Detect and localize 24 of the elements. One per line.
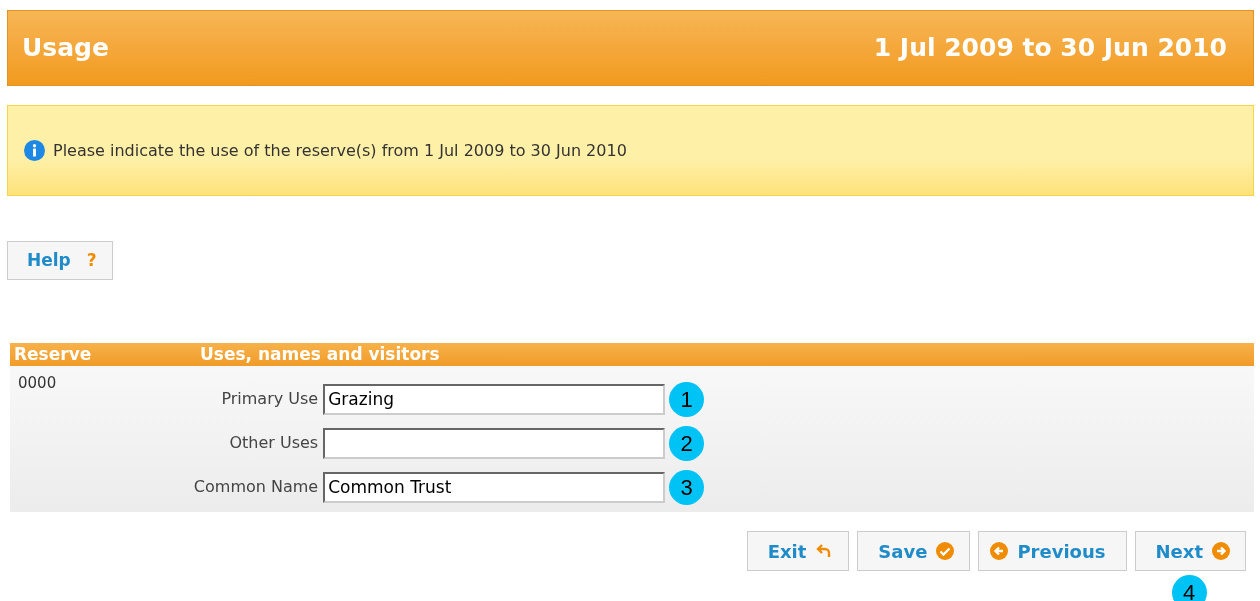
column-header: Uses, names and visitors [199,343,440,366]
callout-marker: 4 [1171,575,1207,601]
previous-button[interactable]: Previous [978,531,1127,571]
exit-button[interactable]: Exit [746,531,850,571]
column-header: Reserve [13,343,93,366]
help-button[interactable]: Help ? [7,241,113,280]
callout-marker: 3 [669,469,705,505]
callout-marker: 1 [669,381,705,417]
text-field[interactable] [323,427,666,459]
save-button[interactable]: Save [857,531,971,571]
check-icon [935,541,956,561]
next-button[interactable]: Next [1134,531,1246,571]
field-label: Common Name [192,476,320,498]
info-icon [24,140,45,161]
date-range: 1 Jul 2009 to 30 Jun 2010 [873,32,1227,65]
text-field[interactable]: Common Trust [323,471,666,503]
question-mark-icon: ? [86,247,97,274]
field-label: Primary Use [220,388,320,410]
callout-marker: 2 [669,425,705,461]
notice-text: Please indicate the use of the reserve(s) from 1 Jul 2009 to 30 Jun 2010 [53,139,627,162]
page-title: Usage [22,32,109,65]
field-label: Other Uses [228,432,320,454]
text-field[interactable]: Grazing [323,383,666,415]
reserve-cell-text: 0000 [18,373,57,392]
